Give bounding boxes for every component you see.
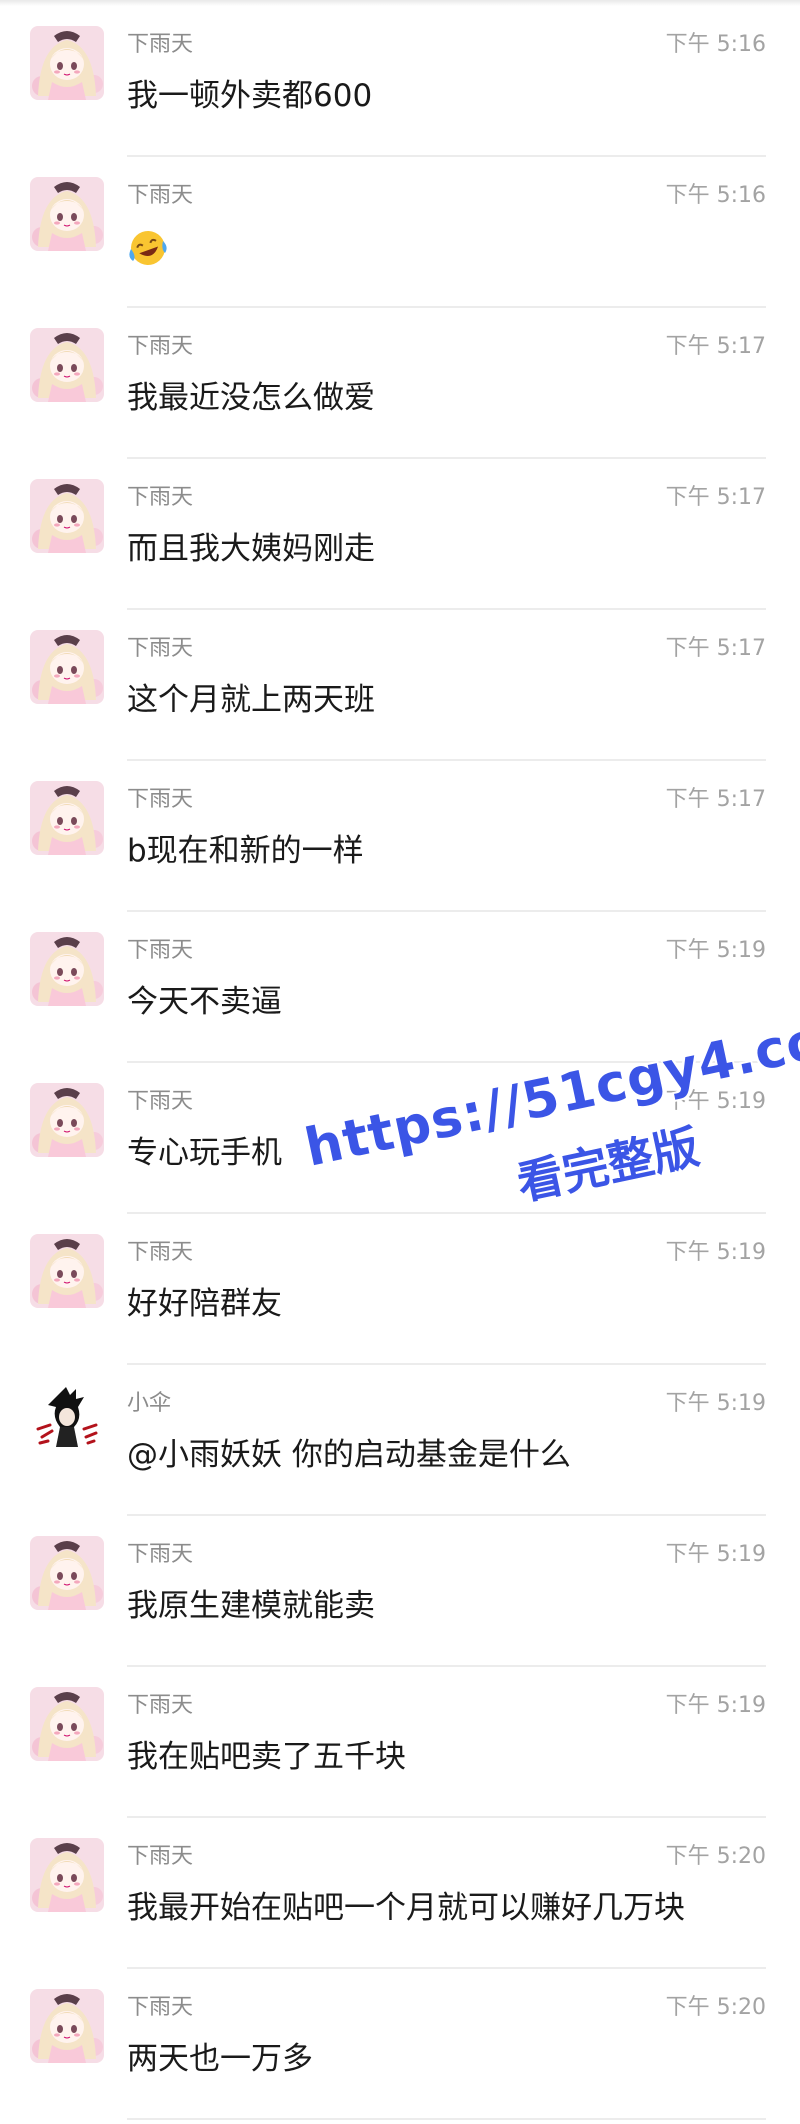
chat-message-list[interactable]: 下雨天 下午 5:16 我一顿外卖都600 下雨天 下午 5:16 下雨天 下午 5:17 我… xyxy=(0,6,800,2120)
message-time: 下午 5:17 xyxy=(665,334,766,359)
message-text[interactable]: @小雨妖妖 你的启动基金是什么 xyxy=(127,1433,571,1477)
anime-girl-avatar[interactable] xyxy=(30,1989,104,2063)
sender-name[interactable]: 下雨天 xyxy=(127,332,193,362)
chat-message[interactable]: 下雨天 下午 5:19 我在贴吧卖了五千块 xyxy=(0,1667,800,1818)
sender-name[interactable]: 下雨天 xyxy=(127,634,193,664)
message-divider xyxy=(127,2118,766,2120)
message-time: 下午 5:16 xyxy=(665,32,766,57)
chat-message[interactable]: 下雨天 下午 5:20 我最开始在贴吧一个月就可以赚好几万块 xyxy=(0,1818,800,1969)
chat-message[interactable]: 下雨天 下午 5:19 专心玩手机 xyxy=(0,1063,800,1214)
message-text[interactable]: 我在贴吧卖了五千块 xyxy=(127,1735,406,1779)
sender-name[interactable]: 下雨天 xyxy=(127,483,193,513)
anime-girl-avatar[interactable] xyxy=(30,1838,104,1912)
sender-name[interactable]: 下雨天 xyxy=(127,1993,193,2023)
anime-girl-avatar[interactable] xyxy=(30,328,104,402)
message-time: 下午 5:19 xyxy=(665,1391,766,1416)
sender-name[interactable]: 下雨天 xyxy=(127,1238,193,1268)
chat-message[interactable]: 下雨天 下午 5:16 xyxy=(0,157,800,308)
message-time: 下午 5:20 xyxy=(665,1844,766,1869)
message-time: 下午 5:17 xyxy=(665,485,766,510)
chat-message[interactable]: 下雨天 下午 5:16 我一顿外卖都600 xyxy=(0,6,800,157)
sender-name[interactable]: 下雨天 xyxy=(127,181,193,211)
message-time: 下午 5:19 xyxy=(665,938,766,963)
message-time: 下午 5:19 xyxy=(665,1542,766,1567)
sender-name[interactable]: 下雨天 xyxy=(127,30,193,60)
chat-message[interactable]: 下雨天 下午 5:19 我原生建模就能卖 xyxy=(0,1516,800,1667)
message-time: 下午 5:16 xyxy=(665,183,766,208)
sender-name[interactable]: 下雨天 xyxy=(127,1087,193,1117)
message-time: 下午 5:17 xyxy=(665,636,766,661)
message-text[interactable]: b现在和新的一样 xyxy=(127,829,364,873)
anime-girl-avatar[interactable] xyxy=(30,26,104,100)
message-text[interactable]: 我最开始在贴吧一个月就可以赚好几万块 xyxy=(127,1886,685,1930)
anime-girl-avatar[interactable] xyxy=(30,479,104,553)
crying-laughing-emoji-icon xyxy=(127,227,169,269)
message-text[interactable]: 而且我大姨妈刚走 xyxy=(127,527,375,571)
sender-name[interactable]: 下雨天 xyxy=(127,1540,193,1570)
anime-girl-avatar[interactable] xyxy=(30,932,104,1006)
chat-message[interactable]: 下雨天 下午 5:19 好好陪群友 xyxy=(0,1214,800,1365)
chat-message[interactable]: 下雨天 下午 5:17 而且我大姨妈刚走 xyxy=(0,459,800,610)
message-text[interactable]: 两天也一万多 xyxy=(127,2037,313,2081)
anime-girl-avatar[interactable] xyxy=(30,1687,104,1761)
anime-girl-avatar[interactable] xyxy=(30,1234,104,1308)
message-text[interactable]: 我一顿外卖都600 xyxy=(127,74,372,118)
chat-message[interactable]: 下雨天 下午 5:19 今天不卖逼 xyxy=(0,912,800,1063)
message-text[interactable]: 专心玩手机 xyxy=(127,1131,282,1175)
message-time: 下午 5:20 xyxy=(665,1995,766,2020)
message-text[interactable]: 今天不卖逼 xyxy=(127,980,282,1024)
message-time: 下午 5:19 xyxy=(665,1089,766,1114)
anime-girl-avatar[interactable] xyxy=(30,177,104,251)
sender-name[interactable]: 下雨天 xyxy=(127,785,193,815)
chat-message[interactable]: 下雨天 下午 5:17 b现在和新的一样 xyxy=(0,761,800,912)
sender-name[interactable]: 小伞 xyxy=(127,1389,171,1419)
message-text[interactable]: 我原生建模就能卖 xyxy=(127,1584,375,1628)
sender-name[interactable]: 下雨天 xyxy=(127,1842,193,1872)
chat-message[interactable]: 下雨天 下午 5:17 这个月就上两天班 xyxy=(0,610,800,761)
message-text[interactable]: 好好陪群友 xyxy=(127,1282,282,1326)
anime-girl-avatar[interactable] xyxy=(30,781,104,855)
chat-message[interactable]: 小伞 下午 5:19 @小雨妖妖 你的启动基金是什么 xyxy=(0,1365,800,1516)
message-text[interactable]: 这个月就上两天班 xyxy=(127,678,375,722)
message-time: 下午 5:17 xyxy=(665,787,766,812)
anime-girl-avatar[interactable] xyxy=(30,1536,104,1610)
chat-message[interactable]: 下雨天 下午 5:20 两天也一万多 xyxy=(0,1969,800,2120)
sender-name[interactable]: 下雨天 xyxy=(127,1691,193,1721)
message-text[interactable]: 我最近没怎么做爱 xyxy=(127,376,375,420)
message-time: 下午 5:19 xyxy=(665,1693,766,1718)
message-time: 下午 5:19 xyxy=(665,1240,766,1265)
anime-girl-avatar[interactable] xyxy=(30,630,104,704)
chat-message[interactable]: 下雨天 下午 5:17 我最近没怎么做爱 xyxy=(0,308,800,459)
anime-girl-avatar[interactable] xyxy=(30,1083,104,1157)
ink-character-avatar[interactable] xyxy=(30,1385,104,1459)
sender-name[interactable]: 下雨天 xyxy=(127,936,193,966)
